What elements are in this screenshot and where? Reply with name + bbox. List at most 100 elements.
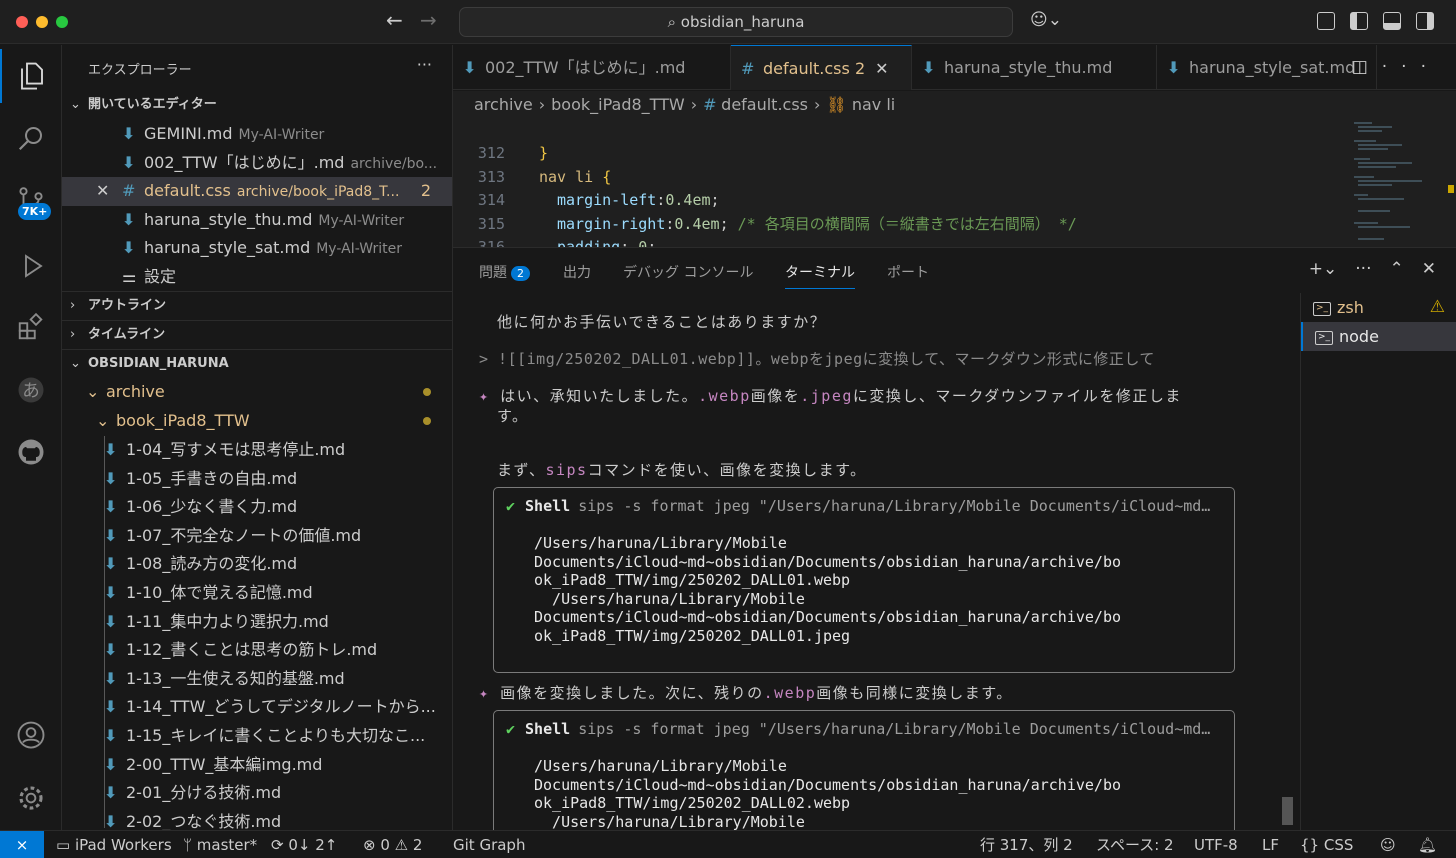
markdown-icon: ⬇: [104, 497, 118, 517]
file-item[interactable]: ⬇ 2-01_分ける技術.md: [62, 779, 452, 808]
encoding[interactable]: UTF-8: [1194, 831, 1238, 858]
tab-terminal[interactable]: ターミナル: [785, 262, 855, 289]
file-item[interactable]: ⬇ 1-08_読み方の変化.md: [62, 550, 452, 579]
workers-item[interactable]: ▭ iPad Workers: [56, 831, 172, 858]
remote-indicator-icon[interactable]: ⨯: [0, 831, 44, 858]
sync-item[interactable]: ⟳ 0↓ 2↑: [271, 831, 337, 858]
file-item[interactable]: ⬇ 2-02_つなぐ技術.md: [62, 808, 452, 830]
copilot-icon[interactable]: ☺⌄: [1030, 10, 1062, 30]
file-item[interactable]: ⬇ 1-07_不完全なノートの価値.md: [62, 522, 452, 551]
minimap[interactable]: [1352, 119, 1442, 247]
file-item[interactable]: ⬇ 1-12_書くことは思考の筋トレ.md: [62, 636, 452, 665]
close-icon[interactable]: ✕: [96, 177, 122, 206]
tab-002-ttw[interactable]: ⬇ 002_TTW「はじめに」.md: [453, 45, 731, 90]
forward-arrow-icon[interactable]: →: [420, 8, 437, 32]
breadcrumb-item[interactable]: archive: [474, 95, 533, 114]
close-window-button[interactable]: [16, 16, 28, 28]
extensions-icon[interactable]: [0, 300, 62, 354]
command-center-search[interactable]: ⌕ obsidian_haruna: [459, 7, 1013, 37]
toggle-sidebar-icon[interactable]: [1350, 12, 1368, 30]
toggle-panel-icon[interactable]: [1383, 12, 1401, 30]
markdown-icon: ⬇: [122, 124, 136, 143]
tab-haruna-style-thu[interactable]: ⬇ haruna_style_thu.md: [912, 45, 1157, 90]
terminal-output[interactable]: 他に何かお手伝いできることはありますか？ > ![[img/250202_DAL…: [453, 293, 1293, 831]
cursor-position[interactable]: 行 317、列 2: [980, 831, 1073, 858]
modified-dot: [423, 388, 431, 396]
open-editor-item[interactable]: ⬇ 002_TTW「はじめに」.md archive/bo...: [62, 149, 452, 178]
tab-problems[interactable]: 問題 2: [479, 262, 530, 282]
split-editor-icon[interactable]: ◫: [1352, 57, 1382, 77]
minimize-window-button[interactable]: [36, 16, 48, 28]
tab-output[interactable]: 出力: [563, 262, 591, 282]
code-editor[interactable]: 312} 313 nav li { 314 margin-left:0.4em; 3…: [453, 119, 1456, 247]
folder-archive[interactable]: ⌄ archive: [62, 378, 452, 407]
breadcrumb-item[interactable]: book_iPad8_TTW: [551, 95, 685, 114]
new-terminal-icon[interactable]: +⌄: [1309, 259, 1338, 279]
file-item[interactable]: ⬇ 1-14_TTW_どうしてデジタルノートから...: [62, 693, 452, 722]
run-debug-icon[interactable]: [0, 239, 62, 293]
tab-ports[interactable]: ポート: [887, 262, 929, 282]
open-editor-item[interactable]: ⬇ haruna_style_thu.md My-AI-Writer: [62, 206, 452, 235]
file-item[interactable]: ⬇ 1-05_手書きの自由.md: [62, 465, 452, 494]
toggle-secondary-sidebar-icon[interactable]: [1416, 12, 1434, 30]
outline-header[interactable]: › アウトライン: [62, 292, 452, 320]
breadcrumb-item[interactable]: nav li: [852, 95, 895, 114]
end-of-line[interactable]: LF: [1262, 831, 1279, 858]
problems-item[interactable]: ⊗ 0 ⚠ 2: [363, 831, 422, 858]
file-name: 2-00_TTW_基本編img.md: [126, 754, 323, 774]
sidebar-title: エクスプローラー: [88, 63, 192, 78]
language-mode[interactable]: {} CSS: [1300, 831, 1353, 858]
japanese-extension-icon[interactable]: あ: [0, 363, 62, 417]
settings-gear-icon[interactable]: [0, 771, 62, 825]
git-graph-item[interactable]: Git Graph: [453, 831, 525, 858]
file-item[interactable]: ⬇ 1-10_体で覚える記憶.md: [62, 579, 452, 608]
back-arrow-icon[interactable]: ←: [386, 8, 403, 32]
notifications-bell-icon[interactable]: 🔔︎: [1418, 831, 1437, 858]
terminal-scrollbar[interactable]: [1282, 797, 1293, 825]
tab-default-css[interactable]: # default.css 2 ✕: [731, 45, 912, 90]
tab-debug-console[interactable]: デバッグ コンソール: [623, 262, 753, 282]
terminal-item-node[interactable]: >_ node: [1301, 322, 1456, 351]
open-editors-header[interactable]: ⌄ 開いているエディター: [62, 91, 452, 119]
indentation[interactable]: スペース: 2: [1096, 831, 1174, 858]
workspace-name: obsidian_haruna: [680, 13, 805, 31]
close-panel-icon[interactable]: ✕: [1422, 259, 1436, 279]
branch-item[interactable]: ᛘ master*: [183, 831, 257, 858]
search-icon[interactable]: [0, 111, 62, 165]
file-name: 1-07_不完全なノートの価値.md: [126, 525, 362, 545]
timeline-header[interactable]: › タイムライン: [62, 321, 452, 349]
markdown-icon: ⬇: [104, 525, 118, 545]
search-icon: ⌕: [667, 13, 681, 31]
file-item[interactable]: ⬇ 1-13_一生使える知的基盤.md: [62, 665, 452, 694]
account-icon[interactable]: [0, 708, 62, 762]
file-item[interactable]: ⬇ 1-15_キレイに書くことよりも大切なこ...: [62, 722, 452, 751]
close-tab-icon[interactable]: ✕: [875, 59, 888, 78]
copilot-status-icon[interactable]: ☺: [1380, 831, 1396, 858]
file-item[interactable]: ⬇ 1-04_写すメモは思考停止.md: [62, 436, 452, 465]
folder-book[interactable]: ⌄ book_iPad8_TTW: [62, 407, 452, 436]
chevron-right-icon: ›: [70, 327, 76, 342]
open-editor-item[interactable]: ⬇ haruna_style_sat.md My-AI-Writer: [62, 234, 452, 263]
file-item[interactable]: ⬇ 2-00_TTW_基本編img.md: [62, 751, 452, 780]
maximize-window-button[interactable]: [56, 16, 68, 28]
file-item[interactable]: ⬇ 1-11_集中力より選択力.md: [62, 608, 452, 637]
tab-haruna-style-sat[interactable]: ⬇ haruna_style_sat.md: [1157, 45, 1377, 90]
file-item[interactable]: ⬇ 1-06_少なく書く力.md: [62, 493, 452, 522]
more-actions-icon[interactable]: ···: [1382, 57, 1440, 77]
customize-layout-icon[interactable]: [1317, 12, 1335, 30]
terminal-item-zsh[interactable]: >_ zsh ⚠: [1301, 293, 1456, 322]
user-prompt: > ![[img/250202_DALL01.webp]]。webpをjpegに…: [479, 350, 1155, 368]
more-actions-icon[interactable]: ···: [1355, 259, 1371, 279]
chevron-right-icon: ›: [70, 298, 76, 313]
open-editor-item[interactable]: ⚌ 設定: [62, 263, 452, 292]
explorer-icon[interactable]: [0, 49, 62, 103]
workspace-header[interactable]: ⌄ OBSIDIAN_HARUNA: [62, 350, 452, 378]
more-actions-icon[interactable]: ···: [417, 55, 432, 74]
css-hash-icon: #: [703, 95, 717, 114]
maximize-panel-icon[interactable]: ⌃: [1390, 259, 1404, 279]
open-editor-item-active[interactable]: ✕ # default.css archive/book_iPad8_T... 2: [62, 177, 452, 206]
assistant-reply: ✦ はい、承知いたしました。.webp画像を.jpegに変換し、マークダウンファ…: [479, 387, 1182, 405]
breadcrumb-item[interactable]: default.css: [721, 95, 808, 114]
open-editor-item[interactable]: ⬇ GEMINI.md My-AI-Writer: [62, 120, 452, 149]
github-icon[interactable]: [0, 425, 62, 479]
